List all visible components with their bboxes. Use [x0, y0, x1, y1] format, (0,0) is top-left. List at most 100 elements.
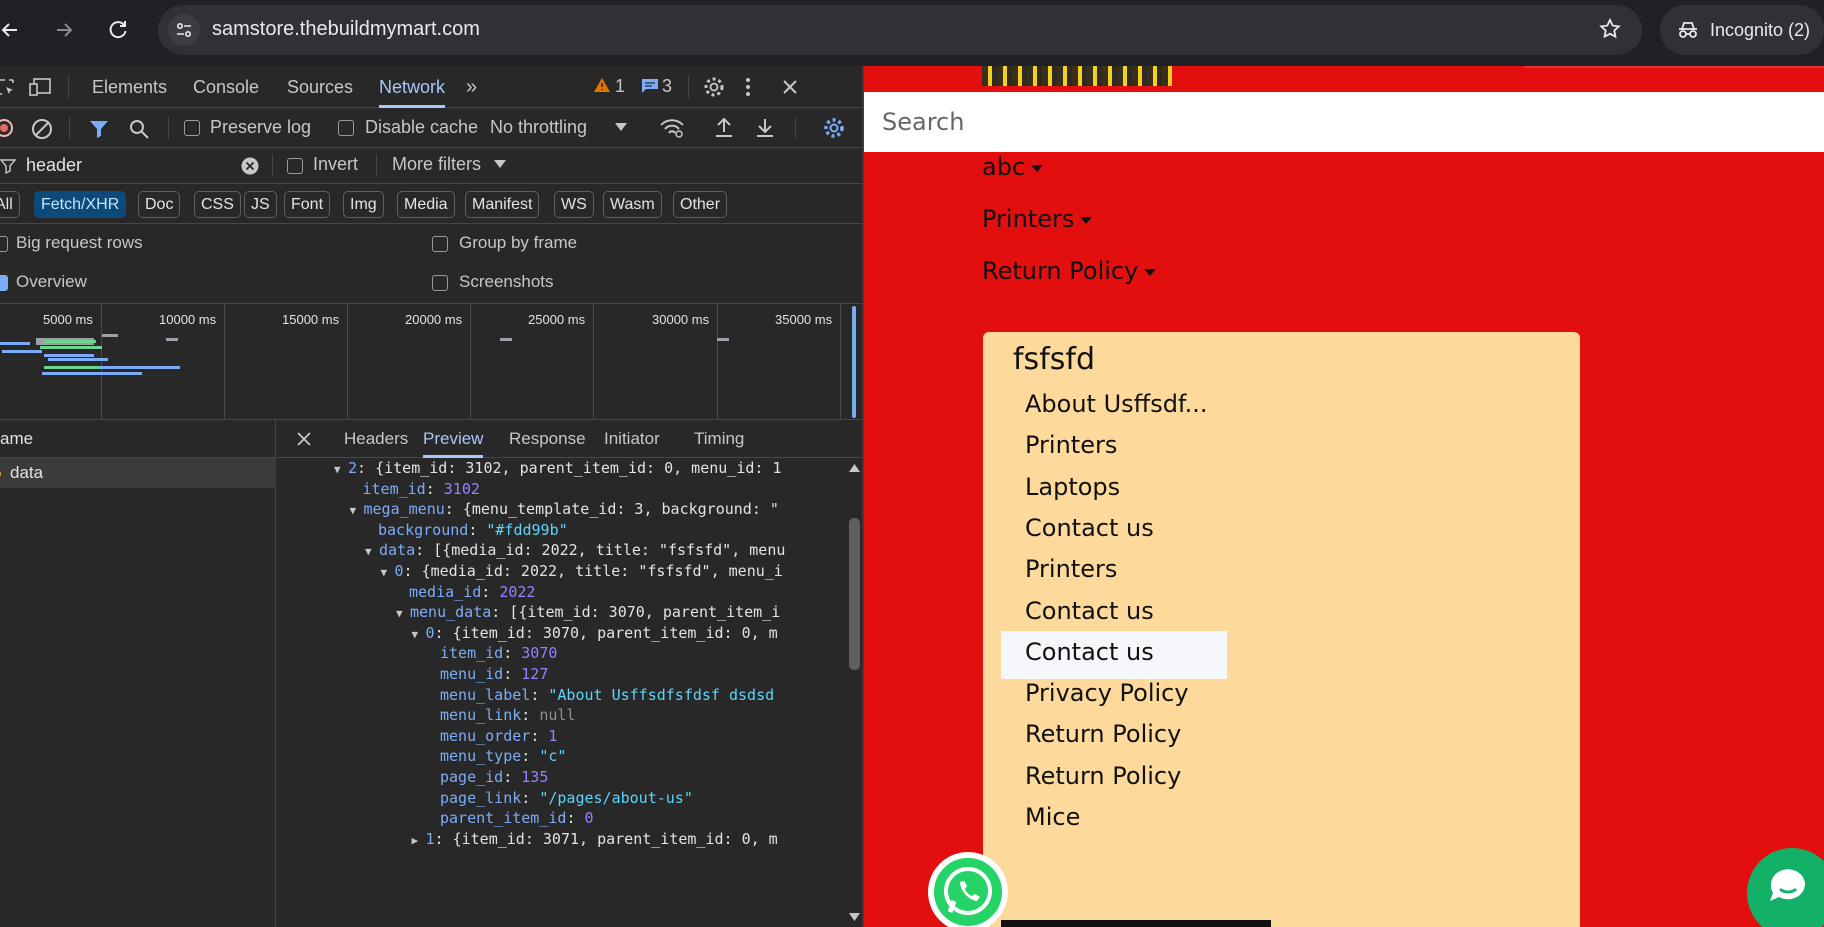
json-preview[interactable]: ▼ 2: {item_id: 3102, parent_item_id: 0, m…	[277, 458, 864, 927]
tab-sources[interactable]: Sources	[287, 66, 353, 108]
type-filter-all[interactable]: All	[0, 191, 20, 218]
disable-cache-checkbox[interactable]	[338, 120, 354, 136]
type-filter-manifest[interactable]: Manifest	[465, 191, 540, 218]
type-filter-fetch-xhr[interactable]: Fetch/XHR	[34, 191, 127, 218]
mega-menu-item[interactable]: Laptops	[1025, 473, 1120, 501]
network-settings-icon[interactable]	[822, 116, 846, 140]
disable-cache-label[interactable]: Disable cache	[365, 117, 478, 138]
type-filter-doc[interactable]: Doc	[138, 191, 181, 218]
more-tabs-icon[interactable]: »	[466, 66, 477, 108]
record-stop-icon[interactable]	[0, 118, 14, 138]
tab-initiator[interactable]: Initiator	[604, 420, 660, 458]
site-search-input[interactable]	[882, 92, 1782, 152]
nav-item-return-policy[interactable]: Return Policy	[982, 257, 1157, 285]
invert-label[interactable]: Invert	[313, 154, 358, 175]
nav-item-printers[interactable]: Printers	[982, 205, 1093, 233]
expanded-triangle-icon[interactable]: ▼	[381, 561, 395, 585]
filter-icon[interactable]	[88, 118, 110, 140]
warning-icon[interactable]	[593, 77, 611, 93]
type-filter-media[interactable]: Media	[397, 191, 455, 218]
throttling-dropdown-icon[interactable]	[615, 123, 627, 131]
tab-network[interactable]: Network	[379, 66, 446, 108]
live-chat-button[interactable]	[1747, 848, 1824, 927]
preview-line[interactable]: ▶ 1: {item_id: 3071, parent_item_id: 0, m	[412, 827, 778, 851]
clear-filter-icon[interactable]	[241, 157, 259, 175]
request-row[interactable]: ● data	[0, 458, 276, 488]
expanded-triangle-icon[interactable]: ▼	[350, 499, 364, 523]
tab-elements[interactable]: Elements	[92, 66, 167, 108]
mega-menu-item[interactable]: Return Policy	[1025, 762, 1181, 790]
invert-checkbox[interactable]	[287, 158, 303, 174]
search-icon[interactable]	[128, 118, 150, 140]
filter-input-box[interactable]: header	[0, 150, 270, 182]
import-har-icon[interactable]	[714, 116, 734, 138]
mega-menu-item[interactable]: About Usffsdf...	[1025, 390, 1208, 418]
warning-count[interactable]: 1	[615, 76, 625, 97]
scroll-down-icon[interactable]	[849, 913, 860, 921]
mega-menu-item[interactable]: Printers	[1025, 431, 1117, 459]
mega-menu-item[interactable]: Contact us	[1025, 514, 1154, 542]
url-text[interactable]: samstore.thebuildmymart.com	[212, 18, 480, 41]
group-by-frame-checkbox[interactable]	[432, 236, 448, 252]
expanded-triangle-icon[interactable]: ▼	[396, 602, 410, 626]
reload-icon[interactable]	[102, 14, 134, 46]
site-info-icon[interactable]	[168, 14, 200, 46]
tab-response[interactable]: Response	[509, 420, 586, 458]
throttling-select[interactable]: No throttling	[490, 117, 587, 138]
messages-icon[interactable]	[641, 78, 659, 94]
screenshots-checkbox[interactable]	[432, 275, 448, 291]
export-har-icon[interactable]	[755, 116, 775, 138]
close-detail-icon[interactable]	[295, 430, 313, 448]
type-filter-img[interactable]: Img	[343, 191, 384, 218]
type-filter-other[interactable]: Other	[673, 191, 728, 218]
tab-headers[interactable]: Headers	[344, 420, 408, 458]
tab-timing[interactable]: Timing	[694, 420, 744, 458]
mega-menu-item[interactable]: Printers	[1025, 555, 1117, 583]
name-column-header[interactable]: ame	[0, 420, 276, 458]
clear-icon[interactable]	[31, 118, 53, 140]
messages-count[interactable]: 3	[662, 76, 672, 97]
type-filter-font[interactable]: Font	[284, 191, 331, 218]
collapsed-triangle-icon[interactable]: ▶	[412, 829, 426, 853]
big-request-rows-label[interactable]: Big request rows	[16, 233, 143, 253]
group-by-frame-label[interactable]: Group by frame	[459, 233, 577, 253]
scroll-up-icon[interactable]	[849, 464, 860, 472]
network-conditions-icon[interactable]	[659, 117, 685, 139]
screenshots-label[interactable]: Screenshots	[459, 272, 554, 292]
address-bar[interactable]: samstore.thebuildmymart.com	[158, 5, 1642, 55]
timeline-overview[interactable]: 5000 ms 10000 ms 15000 ms 20000 ms 25000…	[0, 304, 864, 420]
more-filters-button[interactable]: More filters	[392, 154, 481, 175]
more-filters-dropdown-icon[interactable]	[494, 160, 506, 168]
type-filter-wasm[interactable]: Wasm	[603, 191, 662, 218]
more-options-icon[interactable]	[744, 76, 752, 98]
back-icon[interactable]	[0, 14, 26, 46]
forward-icon[interactable]	[48, 14, 80, 46]
filter-input[interactable]: header	[26, 155, 82, 176]
big-request-rows-checkbox[interactable]	[0, 236, 8, 252]
expanded-triangle-icon[interactable]: ▼	[365, 540, 379, 564]
mega-menu-item[interactable]: Return Policy	[1025, 720, 1181, 748]
tab-console[interactable]: Console	[193, 66, 259, 108]
expanded-triangle-icon[interactable]: ▼	[412, 623, 426, 647]
type-filter-css[interactable]: CSS	[194, 191, 241, 218]
type-filter-js[interactable]: JS	[244, 191, 277, 218]
nav-item-abc[interactable]: abc	[982, 153, 1044, 181]
overview-label[interactable]: Overview	[16, 272, 87, 292]
expanded-triangle-icon[interactable]: ▼	[334, 458, 348, 482]
site-search-bar[interactable]	[864, 92, 1824, 152]
scrollbar-thumb[interactable]	[849, 518, 860, 670]
tab-preview[interactable]: Preview	[423, 420, 484, 458]
mega-menu-item[interactable]: Contact us	[1025, 597, 1154, 625]
settings-gear-icon[interactable]	[702, 75, 726, 99]
close-devtools-icon[interactable]	[780, 77, 800, 97]
device-toolbar-icon[interactable]	[28, 76, 54, 98]
preserve-log-checkbox[interactable]	[184, 120, 200, 136]
incognito-indicator[interactable]: Incognito (2)	[1660, 5, 1824, 55]
preserve-log-label[interactable]: Preserve log	[210, 117, 311, 138]
bookmark-star-icon[interactable]	[1598, 17, 1622, 45]
inspect-element-icon[interactable]	[0, 76, 16, 98]
mega-menu-item[interactable]: Privacy Policy	[1025, 679, 1189, 707]
type-filter-ws[interactable]: WS	[554, 191, 594, 218]
overview-checkbox[interactable]	[0, 275, 8, 291]
site-logo[interactable]	[982, 66, 1172, 86]
